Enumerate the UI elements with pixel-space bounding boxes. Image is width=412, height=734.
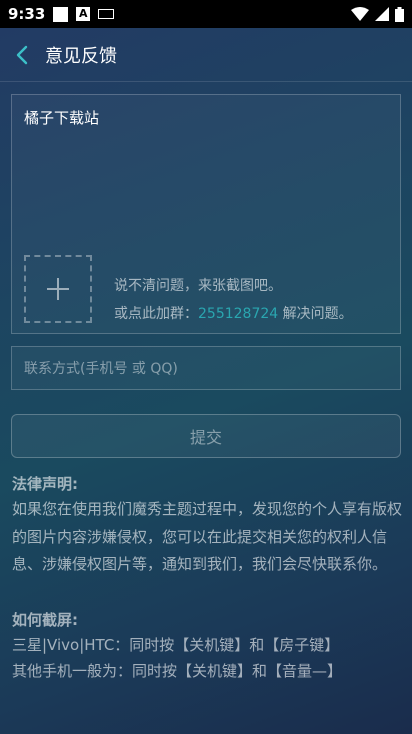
screenshot-hint: 说不清问题，来张截图吧。: [114, 278, 282, 294]
back-button[interactable]: [2, 28, 42, 82]
plus-icon: [47, 278, 69, 300]
submit-button[interactable]: 提交: [11, 414, 401, 458]
add-screenshot-button[interactable]: [24, 255, 92, 323]
contact-field[interactable]: 联系方式(手机号 或 QQ): [11, 346, 401, 390]
submit-label: 提交: [189, 428, 222, 447]
join-group-prefix: 或点此加群：: [114, 306, 198, 322]
join-group-hint[interactable]: 或点此加群：255128724 解决问题。: [114, 303, 353, 323]
notification-square-icon: [53, 6, 69, 22]
chevron-left-icon: [16, 45, 28, 64]
wifi-icon: [351, 7, 369, 21]
qq-group-link[interactable]: 255128724: [198, 306, 278, 322]
page-title: 意见反馈: [45, 45, 117, 67]
battery-icon: [395, 6, 404, 22]
status-right: [351, 6, 404, 22]
app-header: 意见反馈: [0, 28, 412, 82]
feedback-text: 橘子下载站: [24, 109, 100, 127]
screenshot-help-line1: 三星|Vivo|HTC：同时按【关机键】和【房子键】: [12, 636, 340, 654]
notification-a-icon: A: [76, 7, 91, 21]
screenshot-help-title: 如何截屏:: [12, 611, 78, 629]
legal-body: 如果您在使用我们魔秀主题过程中，发现您的个人享有版权的图片内容涉嫌侵权，您可以在…: [12, 500, 403, 573]
keyboard-icon: [98, 9, 115, 19]
signal-icon: [375, 7, 389, 21]
contact-placeholder: 联系方式(手机号 或 QQ): [24, 361, 178, 377]
feedback-textarea[interactable]: 橘子下载站 说不清问题，来张截图吧。 或点此加群：255128724 解决问题。: [11, 94, 401, 334]
join-group-suffix: 解决问题。: [278, 306, 353, 322]
legal-title: 法律声明:: [12, 475, 78, 493]
screenshot-help-line2: 其他手机一般为：同时按【关机键】和【音量—】: [12, 662, 343, 680]
status-time: 9:33: [8, 5, 46, 23]
status-bar: 9:33 A: [0, 0, 412, 28]
